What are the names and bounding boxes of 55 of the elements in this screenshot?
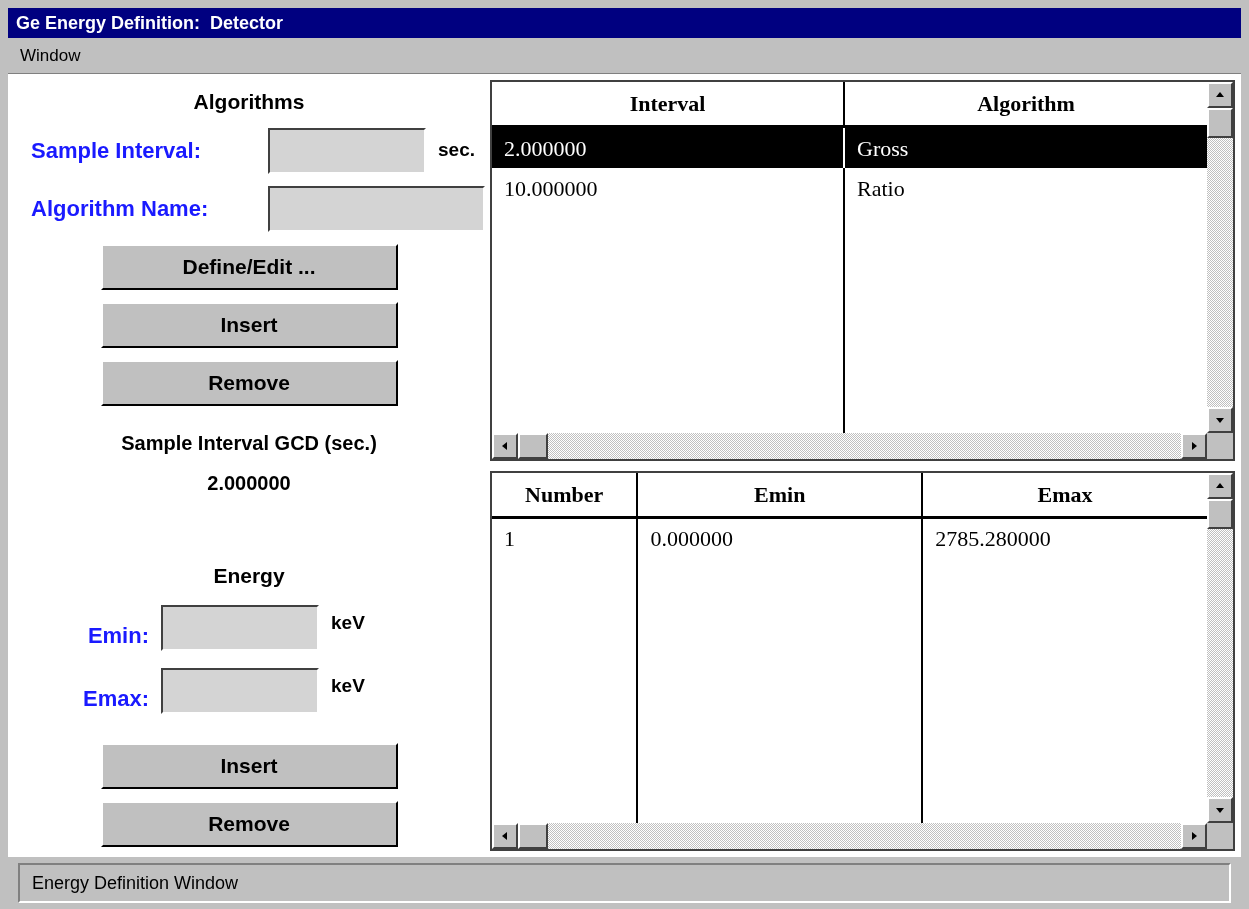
section-heading: Algorithms	[193, 89, 305, 115]
table-cell-text: 10.000000	[504, 174, 598, 203]
gcd-label: Sample Interval GCD (sec.)	[121, 430, 377, 456]
input-field[interactable]	[268, 185, 485, 232]
scroll-up-button[interactable]	[1207, 82, 1233, 108]
section-heading: Energy	[213, 562, 285, 589]
input-field[interactable]	[268, 127, 426, 174]
table-cell-text: Gross	[857, 134, 909, 163]
scroll-up-button[interactable]	[1207, 472, 1233, 499]
scroll-down-button[interactable]	[1207, 406, 1233, 433]
down-arrow-icon	[1215, 805, 1225, 815]
horizontal-scrollbar[interactable]	[492, 432, 1207, 459]
scroll-right-button[interactable]	[1181, 823, 1207, 849]
scroll-thumb[interactable]	[1207, 108, 1233, 138]
scroll-right-button[interactable]	[1181, 432, 1207, 459]
table-cell-text: Ratio	[857, 174, 905, 203]
right-arrow-icon	[1189, 440, 1199, 451]
scroll-thumb[interactable]	[1207, 498, 1233, 529]
input-field[interactable]	[161, 604, 319, 651]
menu-item[interactable]: Window	[20, 42, 81, 69]
left-arrow-icon	[500, 440, 510, 451]
input-field[interactable]	[161, 667, 319, 714]
vertical-scrollbar[interactable]	[1207, 472, 1233, 823]
unit-label: keV	[331, 611, 365, 635]
action-button[interactable]: Remove	[100, 359, 398, 406]
field-label: Emax:	[81, 685, 150, 713]
window-title: Ge Energy Definition: Detector	[16, 11, 284, 35]
action-button[interactable]: Define/Edit ...	[100, 243, 398, 290]
scrollbar-corner	[1207, 432, 1233, 459]
scroll-thumb[interactable]	[518, 823, 548, 849]
horizontal-scrollbar[interactable]	[492, 823, 1207, 849]
table-cell-text: 2785.280000	[935, 525, 1051, 553]
status-text: Energy Definition Window	[32, 871, 239, 895]
unit-label: sec.	[438, 138, 475, 163]
table-cell-text: 1	[504, 525, 515, 553]
up-arrow-icon	[1215, 90, 1225, 100]
scroll-thumb[interactable]	[518, 432, 548, 459]
unit-label: keV	[331, 674, 365, 698]
field-label: Sample Interval:	[31, 137, 202, 165]
field-label: Emin:	[86, 622, 150, 650]
field-label: Algorithm Name:	[31, 195, 210, 223]
scroll-left-button[interactable]	[492, 432, 518, 459]
table-cell-text: 2.000000	[504, 134, 587, 163]
left-arrow-icon	[500, 831, 510, 841]
right-arrow-icon	[1189, 831, 1199, 841]
scrollbar-corner	[1207, 823, 1233, 849]
table-row[interactable]: 2.000000 Gross	[492, 128, 1207, 168]
action-button[interactable]: Insert	[100, 301, 398, 348]
table-cell-text: 0.000000	[650, 525, 733, 553]
scroll-left-button[interactable]	[492, 823, 518, 849]
gcd-value: 2.000000	[207, 470, 291, 496]
vertical-scrollbar[interactable]	[1207, 82, 1233, 433]
action-button[interactable]: Insert	[100, 743, 398, 789]
scroll-down-button[interactable]	[1207, 797, 1233, 823]
action-button[interactable]: Remove	[100, 801, 398, 847]
